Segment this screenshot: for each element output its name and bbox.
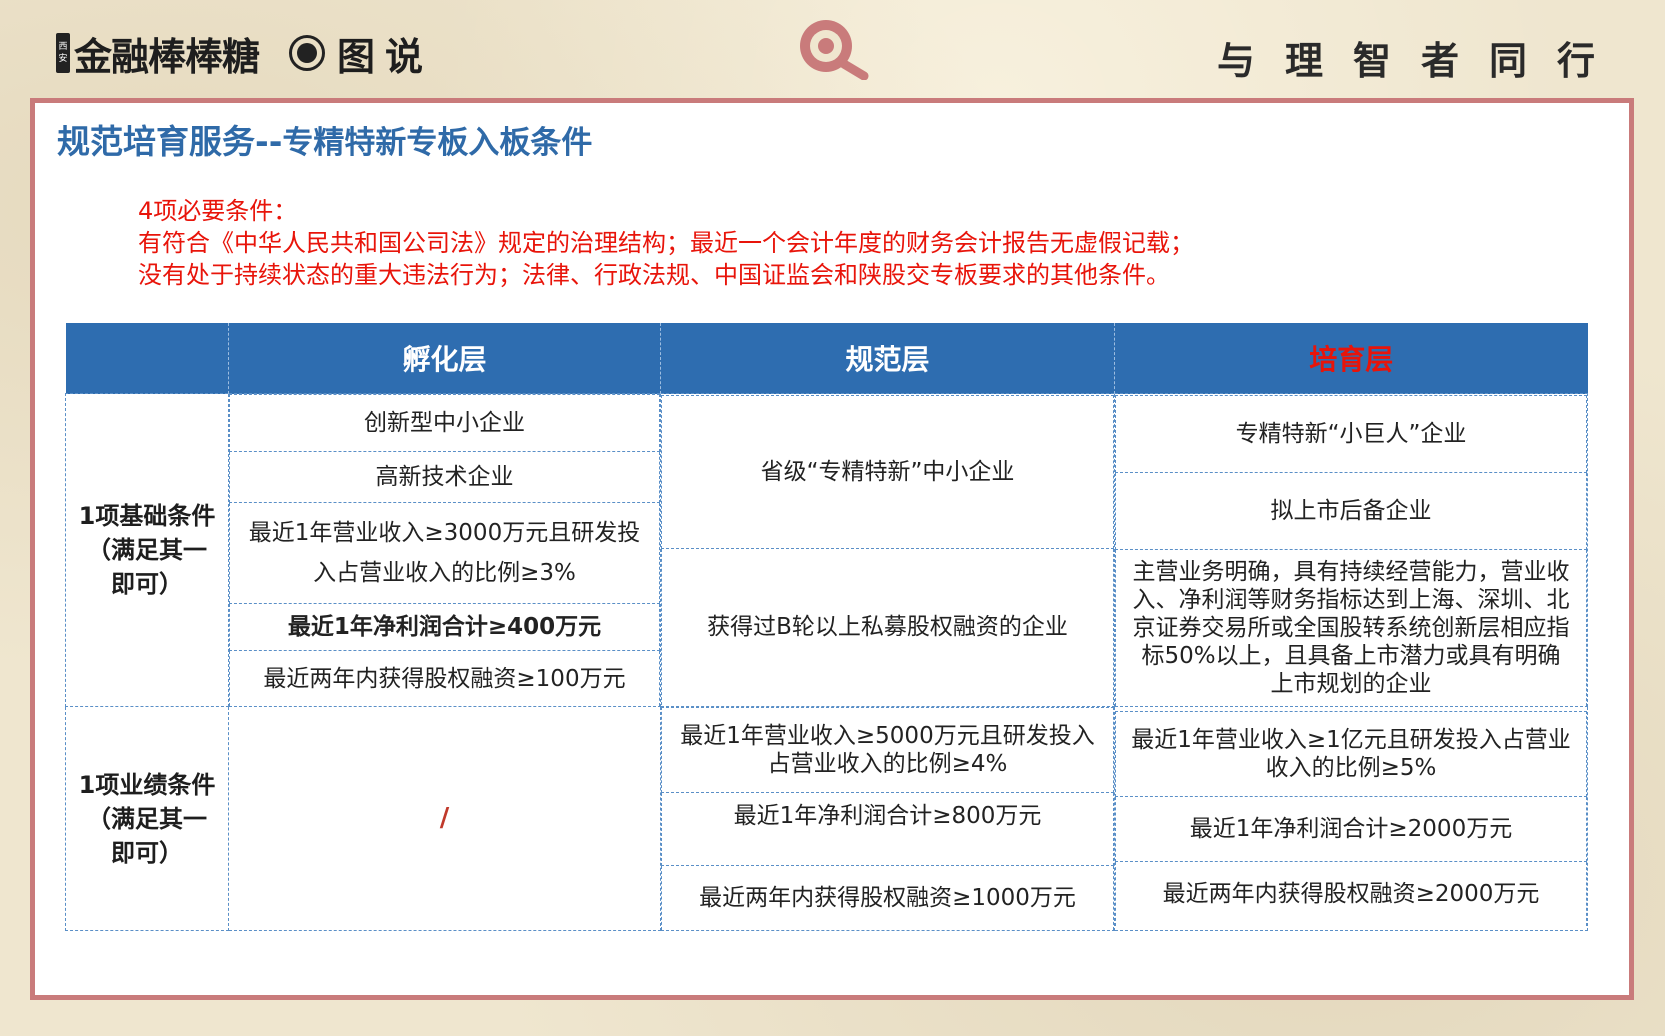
table-header-row: 孵化层 规范层 培育层 bbox=[65, 323, 1588, 394]
list-item: 最近1年净利润合计≥400万元 bbox=[229, 603, 660, 651]
brand-logo: 西 安 金融棒棒糖 图说 bbox=[56, 28, 434, 79]
row-label-line: （满足其一 bbox=[87, 804, 207, 833]
list-item: 创新型中小企业 bbox=[229, 394, 660, 452]
header-standard: 规范层 bbox=[660, 323, 1115, 394]
list-item: 最近1年营业收入≥5000万元且研发投入占营业收入的比例≥4% bbox=[661, 707, 1114, 793]
brand-badge-top: 西 bbox=[58, 42, 68, 52]
basic-cultivation-cell: 专精特新“小巨人”企业 拟上市后备企业 主营业务明确，具有持续经营能力，营业收入… bbox=[1114, 393, 1588, 707]
brand-sub: 图说 bbox=[337, 34, 434, 79]
list-item: 最近1年净利润合计≥800万元 bbox=[661, 792, 1114, 866]
table-row: 1项基础条件 （满足其一 即可） 创新型中小企业 高新技术企业 最近1年营业收入… bbox=[65, 393, 1588, 707]
title-sub: 专精特新专板入板条件 bbox=[282, 125, 593, 161]
content-panel: 规范培育服务--专精特新专板入板条件 4项必要条件： 有符合《中华人民共和国公司… bbox=[30, 98, 1634, 1000]
record-dot-icon bbox=[289, 35, 326, 71]
title-separator: -- bbox=[255, 122, 283, 161]
criteria-table: 孵化层 规范层 培育层 1项基础条件 （满足其一 即可） 创新型中小企业 高新技… bbox=[65, 323, 1588, 931]
row-label-line: 即可） bbox=[111, 570, 183, 598]
basic-incubation-cell: 创新型中小企业 高新技术企业 最近1年营业收入≥3000万元且研发投入占营业收入… bbox=[228, 393, 661, 707]
list-item: 最近1年营业收入≥1亿元且研发投入占营业收入的比例≥5% bbox=[1115, 711, 1587, 797]
brand-name: 金融棒棒糖 bbox=[74, 34, 260, 79]
table-row: 1项业绩条件 （满足其一 即可） / 最近1年营业收入≥5000万元且研发投入占… bbox=[65, 706, 1588, 931]
header-cultivation: 培育层 bbox=[1114, 323, 1588, 394]
conditions-line-2: 没有处于持续状态的重大违法行为；法律、行政法规、中国证监会和陕股交专板要求的其他… bbox=[138, 261, 1170, 289]
header-incubation: 孵化层 bbox=[228, 323, 661, 394]
list-item: 最近两年内获得股权融资≥1000万元 bbox=[661, 865, 1114, 930]
performance-incubation-cell: / bbox=[228, 706, 661, 931]
list-item: 最近1年净利润合计≥2000万元 bbox=[1115, 796, 1587, 862]
page-title: 规范培育服务--专精特新专板入板条件 bbox=[57, 115, 592, 163]
list-item: 最近两年内获得股权融资≥2000万元 bbox=[1115, 861, 1587, 926]
conditions-line-1: 有符合《中华人民共和国公司法》规定的治理结构；最近一个会计年度的财务会计报告无虚… bbox=[138, 229, 1194, 257]
list-item: 最近1年营业收入≥3000万元且研发投入占营业收入的比例≥3% bbox=[229, 502, 660, 604]
row-label-line: 1项业绩条件 bbox=[78, 770, 216, 799]
brand-badge: 西 安 bbox=[56, 33, 70, 73]
performance-standard-cell: 最近1年营业收入≥5000万元且研发投入占营业收入的比例≥4% 最近1年净利润合… bbox=[660, 706, 1115, 931]
brand-badge-bottom: 安 bbox=[58, 54, 68, 64]
slogan: 与理智者同行 bbox=[1216, 39, 1625, 83]
title-main: 规范培育服务 bbox=[57, 122, 255, 161]
row-label-line: （满足其一 bbox=[87, 536, 207, 564]
header-corner bbox=[65, 323, 229, 394]
magnifier-icon bbox=[800, 20, 869, 80]
slide-header: 西 安 金融棒棒糖 图说 与理智者同行 bbox=[0, 0, 1665, 96]
not-applicable-mark: / bbox=[439, 803, 450, 833]
list-item: 拟上市后备企业 bbox=[1115, 471, 1587, 550]
list-item: 省级“专精特新”中小企业 bbox=[661, 395, 1114, 549]
list-item: 高新技术企业 bbox=[229, 451, 660, 503]
row-label-basic: 1项基础条件 （满足其一 即可） bbox=[65, 393, 229, 707]
list-item: 获得过B轮以上私募股权融资的企业 bbox=[661, 548, 1114, 705]
list-item: 专精特新“小巨人”企业 bbox=[1115, 394, 1587, 473]
conditions-heading: 4项必要条件： bbox=[138, 197, 298, 225]
row-label-line: 1项基础条件 bbox=[78, 502, 216, 530]
list-item: 主营业务明确，具有持续经营能力，营业收入、净利润等财务指标达到上海、深圳、北京证… bbox=[1115, 548, 1587, 706]
necessary-conditions: 4项必要条件： 有符合《中华人民共和国公司法》规定的治理结构；最近一个会计年度的… bbox=[138, 195, 1194, 291]
performance-cultivation-cell: 最近1年营业收入≥1亿元且研发投入占营业收入的比例≥5% 最近1年净利润合计≥2… bbox=[1114, 706, 1588, 931]
row-label-performance: 1项业绩条件 （满足其一 即可） bbox=[65, 706, 229, 931]
basic-standard-cell: 省级“专精特新”中小企业 获得过B轮以上私募股权融资的企业 bbox=[660, 393, 1115, 707]
row-label-line: 即可） bbox=[111, 838, 183, 867]
list-item: 最近两年内获得股权融资≥100万元 bbox=[229, 650, 660, 706]
